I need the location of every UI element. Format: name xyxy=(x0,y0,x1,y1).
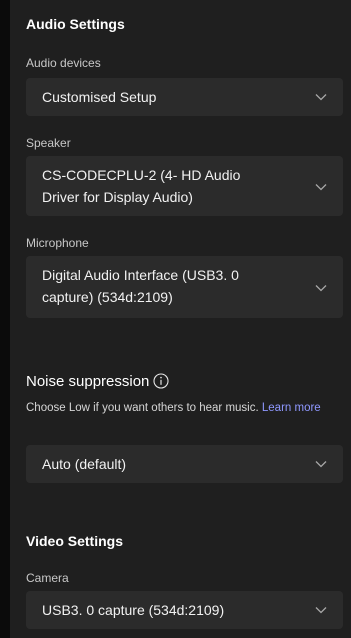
microphone-value-line2: capture) (534d:2109) xyxy=(42,289,173,305)
noise-suppression-value: Auto (default) xyxy=(42,456,127,472)
audio-devices-value: Customised Setup xyxy=(42,89,157,105)
noise-suppression-hint-text: Choose Low if you want others to hear mu… xyxy=(26,402,259,414)
info-icon[interactable] xyxy=(153,373,169,389)
speaker-value-line1: CS-CODECPLU-2 (4- HD Audio xyxy=(42,167,241,183)
microphone-dropdown[interactable]: Digital Audio Interface (USB3. 0 capture… xyxy=(26,256,343,318)
learn-more-link[interactable]: Learn more xyxy=(262,402,321,414)
audio-devices-label: Audio devices xyxy=(26,56,101,70)
chevron-down-icon xyxy=(315,285,327,292)
chevron-down-icon xyxy=(315,94,327,101)
speaker-label: Speaker xyxy=(26,136,71,150)
speaker-value-line2: Driver for Display Audio) xyxy=(42,189,193,205)
microphone-label: Microphone xyxy=(26,236,89,250)
noise-suppression-heading: Noise suppression xyxy=(26,373,169,390)
chevron-down-icon xyxy=(315,461,327,468)
speaker-dropdown[interactable]: CS-CODECPLU-2 (4- HD Audio Driver for Di… xyxy=(26,156,343,216)
video-settings-title: Video Settings xyxy=(26,533,123,549)
chevron-down-icon xyxy=(315,607,327,614)
camera-value: USB3. 0 capture (534d:2109) xyxy=(42,602,225,618)
noise-suppression-hint: Choose Low if you want others to hear mu… xyxy=(26,398,346,418)
camera-dropdown[interactable]: USB3. 0 capture (534d:2109) xyxy=(26,591,343,629)
camera-label: Camera xyxy=(26,571,69,585)
audio-settings-title: Audio Settings xyxy=(26,16,125,32)
audio-devices-dropdown[interactable]: Customised Setup xyxy=(26,78,343,116)
microphone-value-line1: Digital Audio Interface (USB3. 0 xyxy=(42,267,239,283)
noise-suppression-dropdown[interactable]: Auto (default) xyxy=(26,445,343,483)
chevron-down-icon xyxy=(315,184,327,191)
noise-suppression-label: Noise suppression xyxy=(26,373,150,390)
